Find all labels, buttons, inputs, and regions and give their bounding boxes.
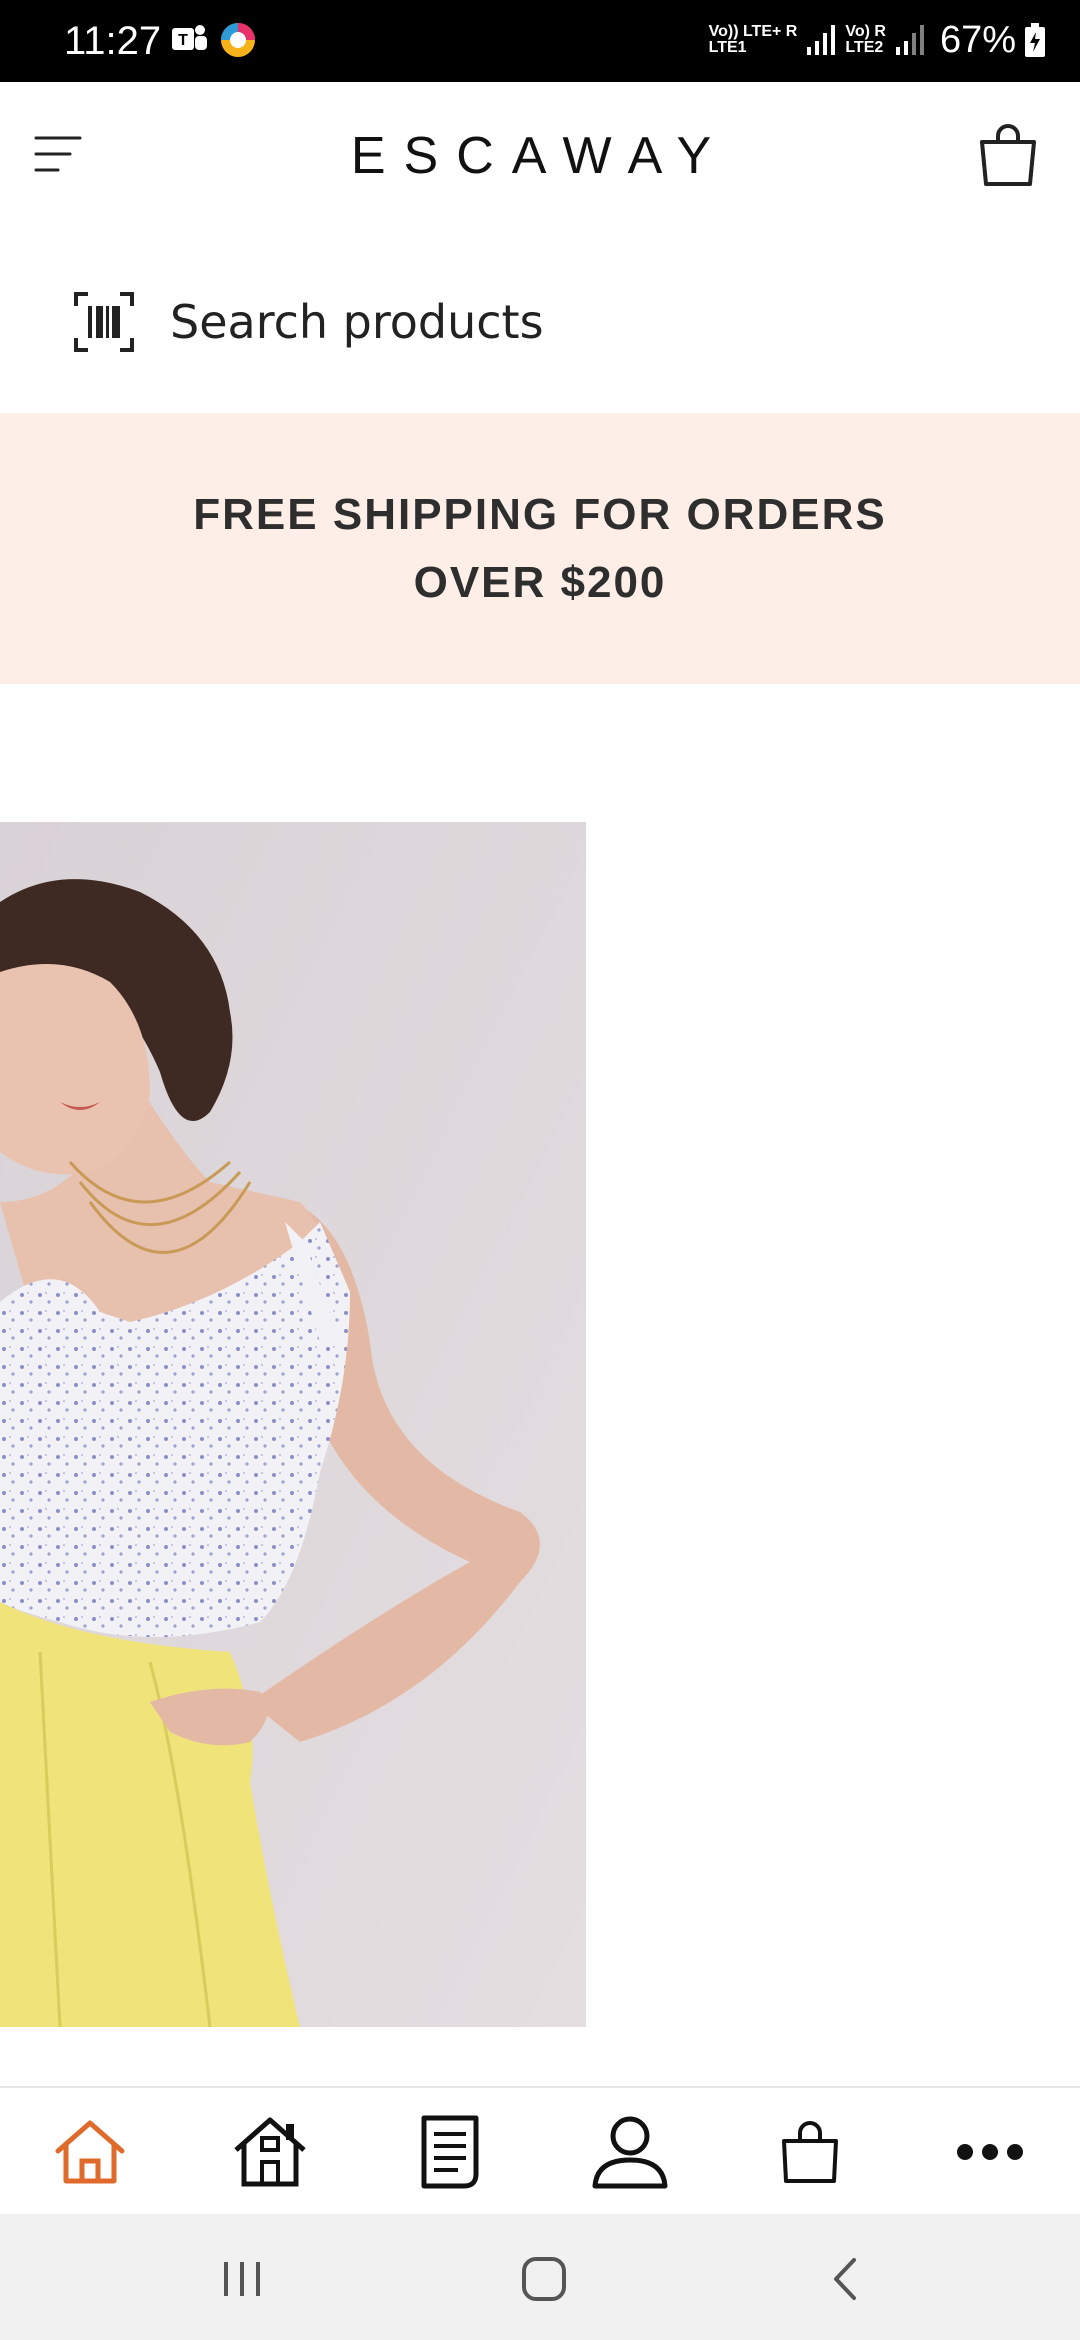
app-circle-icon [221,23,255,57]
shopping-bag-icon [980,124,1036,186]
cart-button[interactable] [976,122,1040,188]
more-dots-icon [957,2144,1023,2160]
search-bar[interactable]: Search products [0,232,1080,412]
sim2-label-top: Vo) R [845,23,886,40]
recent-apps-icon[interactable] [212,2254,272,2304]
status-bar: 11:27 T Vo)) LTE+ R LTE1 Vo) R LTE2 67% [0,0,1080,82]
sim2-label-bottom: LTE2 [845,39,884,56]
user-icon [592,2116,668,2189]
home-circle-icon[interactable] [514,2254,574,2304]
nav-item-more[interactable] [930,2102,1050,2202]
status-right: Vo)) LTE+ R LTE1 Vo) R LTE2 67% [709,18,1046,62]
status-app-icons: T [170,20,258,60]
sim2-label: Vo) R LTE2 [845,24,886,56]
nav-item-store[interactable] [210,2102,330,2202]
sim1-label-bottom: LTE1 [708,39,747,56]
battery-icon [1025,23,1045,57]
bottom-nav [0,2086,1080,2216]
search-input[interactable]: Search products [170,294,544,350]
document-icon [421,2115,479,2189]
shopping-bag-icon [782,2121,838,2183]
teams-icon: T [172,25,207,50]
back-icon[interactable] [816,2254,876,2304]
status-time: 11:27 [64,19,162,63]
hero-product-image[interactable] [0,822,586,2027]
sim1-label: Vo)) LTE+ R LTE1 [709,24,798,56]
signal-icon [807,25,836,55]
nav-item-account[interactable] [570,2102,690,2202]
promo-banner: FREE SHIPPING FOR ORDERS OVER $200 [0,413,1080,684]
home-icon [55,2120,125,2184]
barcode-icon[interactable] [74,292,134,352]
nav-item-home[interactable] [30,2102,150,2202]
svg-text:T: T [178,32,188,49]
signal-icon [895,25,924,55]
system-nav [0,2214,1080,2340]
model-photo [0,822,586,2027]
brand-title[interactable]: ESCAWAY [0,126,1080,186]
promo-line-1: FREE SHIPPING FOR ORDERS [193,489,887,539]
app-header: ESCAWAY [0,82,1080,232]
nav-item-orders[interactable] [390,2102,510,2202]
house-icon [234,2117,306,2187]
promo-line-2: OVER $200 [413,557,667,607]
battery-percent: 67% [939,19,1016,61]
sim1-label-top: Vo)) LTE+ R [708,23,798,40]
nav-item-bag[interactable] [750,2102,870,2202]
